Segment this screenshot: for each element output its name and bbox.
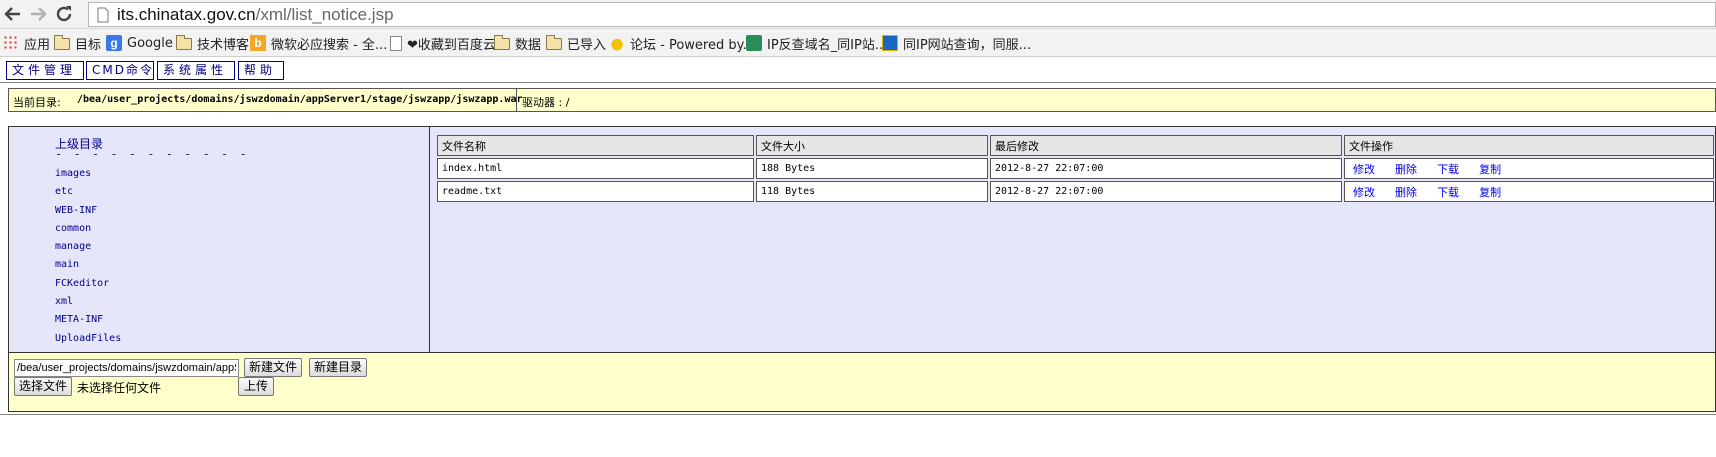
file-table: 文件名称 文件大小 最后修改 文件操作 index.html 188 Bytes… (435, 133, 1716, 204)
divider (0, 82, 1716, 84)
current-directory-bar: 当前目录: /bea/user_projects/domains/jswzdom… (8, 88, 1716, 112)
bookmark-apps[interactable]: 应用 (3, 33, 50, 53)
forward-icon[interactable] (27, 3, 49, 25)
file-size: 118 Bytes (756, 181, 988, 202)
download-link[interactable]: 下载 (1437, 163, 1459, 176)
target-path-input[interactable] (14, 359, 239, 377)
no-file-chosen-label: 未选择任何文件 (77, 381, 162, 395)
divider (0, 414, 1716, 416)
column-header-modified: 最后修改 (990, 135, 1342, 156)
directory-item[interactable]: xml (55, 295, 121, 313)
directory-item[interactable]: UploadFiles (55, 332, 121, 350)
download-link[interactable]: 下载 (1437, 186, 1459, 199)
delete-link[interactable]: 删除 (1395, 163, 1417, 176)
menu-help[interactable]: 帮助 (238, 61, 284, 80)
bookmark-bing[interactable]: b 微软必应搜索 - 全... (250, 33, 387, 53)
column-header-name: 文件名称 (437, 135, 754, 156)
bing-icon: b (250, 35, 266, 51)
upload-button[interactable]: 上传 (238, 377, 274, 396)
bookmark-google[interactable]: g Google (106, 33, 173, 53)
directory-list: images etc WEB-INF common manage main FC… (55, 167, 121, 350)
directory-tree: 上级目录 - - - - - - - - - - - images etc WE… (9, 127, 430, 352)
bookmark-tech-blog[interactable]: 技术博客 (176, 33, 249, 53)
column-header-size: 文件大小 (756, 135, 988, 156)
bookmark-target[interactable]: 目标 (54, 33, 101, 53)
delete-link[interactable]: 删除 (1395, 186, 1417, 199)
folder-icon (494, 35, 510, 50)
new-directory-button[interactable]: 新建目录 (309, 358, 367, 377)
apps-icon (3, 35, 19, 51)
directory-item[interactable]: WEB-INF (55, 204, 121, 222)
directory-item[interactable]: META-INF (55, 313, 121, 331)
action-panel: 新建文件 新建目录 选择文件 未选择任何文件 上传 (9, 352, 1715, 411)
page-icon (390, 35, 402, 51)
bookmark-same-ip[interactable]: 同IP网站查询，同服... (882, 33, 1031, 53)
bookmark-ip-lookup[interactable]: IP反查域名_同IP站... (746, 33, 887, 53)
file-modified: 2012-8-27 22:07:00 (990, 181, 1342, 202)
separator-dashes: - - - - - - - - - - - (55, 147, 249, 161)
menu-file-manage[interactable]: 文件管理 (6, 61, 84, 80)
file-operations: 修改 删除 下载 复制 (1344, 181, 1714, 202)
bookmark-baidu-cloud[interactable]: ❤收藏到百度云 (390, 33, 496, 53)
folder-icon (176, 35, 192, 50)
same-ip-icon (882, 35, 898, 51)
copy-link[interactable]: 复制 (1479, 163, 1501, 176)
directory-item[interactable]: FCKeditor (55, 277, 121, 295)
directory-item[interactable]: manage (55, 240, 121, 258)
divider (516, 89, 517, 111)
address-bar[interactable]: its.chinatax.gov.cn/xml/list_notice.jsp (88, 2, 1716, 27)
file-name: readme.txt (437, 181, 754, 202)
url-text: its.chinatax.gov.cn/xml/list_notice.jsp (117, 5, 394, 24)
table-row: readme.txt 118 Bytes 2012-8-27 22:07:00 … (437, 181, 1714, 202)
choose-file-button[interactable]: 选择文件 (14, 377, 72, 396)
file-size: 188 Bytes (756, 158, 988, 179)
menu-cmd[interactable]: CMD命令 (86, 61, 154, 80)
browser-toolbar: its.chinatax.gov.cn/xml/list_notice.jsp (0, 0, 1716, 29)
reload-icon[interactable] (53, 3, 75, 25)
forum-icon (609, 35, 625, 51)
file-list-pane: 文件名称 文件大小 最后修改 文件操作 index.html 188 Bytes… (431, 127, 1716, 352)
table-row: index.html 188 Bytes 2012-8-27 22:07:00 … (437, 158, 1714, 179)
bookmark-forum[interactable]: 论坛 - Powered by... (609, 33, 755, 53)
bookmark-data[interactable]: 数据 (494, 33, 541, 53)
edit-link[interactable]: 修改 (1353, 186, 1375, 199)
file-operations: 修改 删除 下载 复制 (1344, 158, 1714, 179)
bookmarks-bar: 应用 目标 g Google 技术博客 b 微软必应搜索 - 全... ❤收藏到百度… (0, 29, 1716, 57)
table-header-row: 文件名称 文件大小 最后修改 文件操作 (437, 135, 1714, 156)
page-icon (97, 7, 109, 23)
current-directory-path: /bea/user_projects/domains/jswzdomain/ap… (77, 94, 523, 105)
folder-icon (546, 35, 562, 50)
directory-item[interactable]: common (55, 222, 121, 240)
directory-item[interactable]: etc (55, 185, 121, 203)
new-file-button[interactable]: 新建文件 (244, 358, 302, 377)
back-icon[interactable] (2, 3, 24, 25)
folder-icon (54, 35, 70, 50)
file-name: index.html (437, 158, 754, 179)
file-modified: 2012-8-27 22:07:00 (990, 158, 1342, 179)
ip-lookup-icon (746, 35, 762, 51)
column-header-operations: 文件操作 (1344, 135, 1714, 156)
file-browser: 上级目录 - - - - - - - - - - - images etc WE… (8, 126, 1716, 412)
google-icon: g (106, 35, 122, 51)
bookmark-imported[interactable]: 已导入 (546, 33, 606, 53)
directory-item[interactable]: images (55, 167, 121, 185)
directory-item[interactable]: main (55, 258, 121, 276)
current-directory-label: 当前目录: (13, 96, 61, 109)
drive-label: 驱动器 : / (522, 96, 570, 109)
edit-link[interactable]: 修改 (1353, 163, 1375, 176)
copy-link[interactable]: 复制 (1479, 186, 1501, 199)
menu-system-props[interactable]: 系统属性 (157, 61, 235, 80)
